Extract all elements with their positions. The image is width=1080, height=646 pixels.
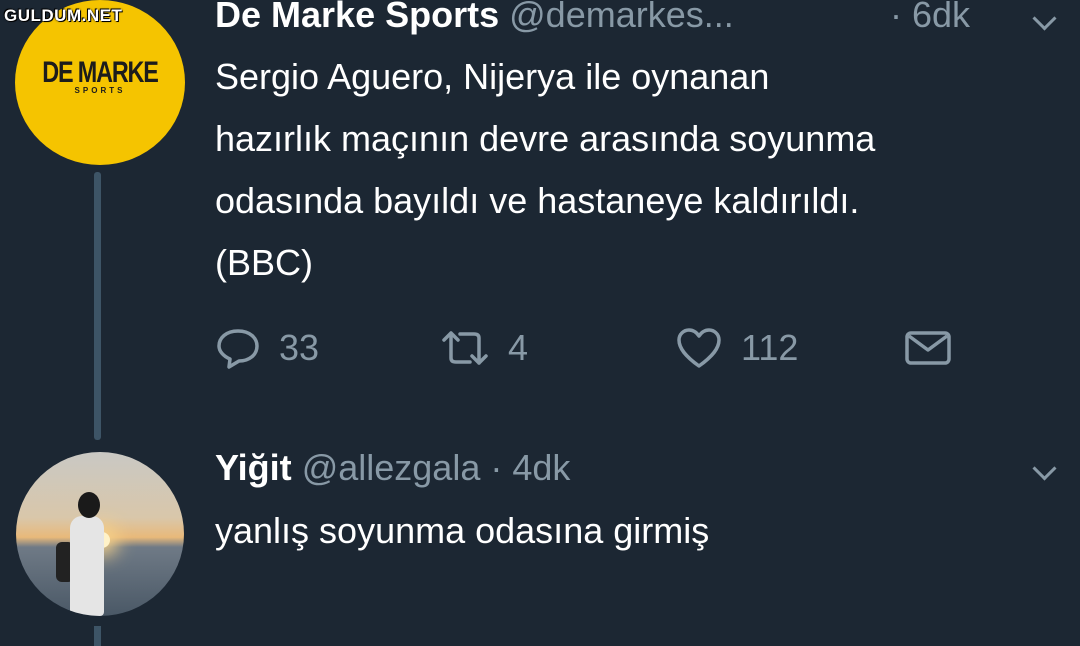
like-button[interactable]: 112 bbox=[675, 320, 798, 376]
retweet-button[interactable]: 4 bbox=[440, 320, 528, 376]
watermark: GULDUM.NET bbox=[4, 6, 123, 25]
tweet1-timestamp[interactable]: · 6dk bbox=[890, 0, 970, 36]
like-count: 112 bbox=[741, 327, 799, 368]
chevron-down-icon[interactable] bbox=[1032, 6, 1057, 31]
tweet1-text-line: hazırlık maçının devre arasında soyunma bbox=[215, 118, 876, 159]
tweet1-text-line: odasında bayıldı ve hastaneye kaldırıldı… bbox=[215, 180, 860, 221]
heart-icon bbox=[677, 328, 721, 368]
person-silhouette bbox=[56, 492, 106, 616]
reply-count: 33 bbox=[279, 327, 320, 368]
tweet2-timestamp[interactable]: · 4dk bbox=[490, 447, 570, 488]
direct-message-button[interactable] bbox=[903, 320, 971, 376]
reply-button[interactable]: 33 bbox=[215, 320, 319, 376]
tweet2-header: Yiğit @allezgala · 4dk bbox=[215, 447, 570, 489]
tweet2-handle[interactable]: @allezgala bbox=[302, 447, 481, 488]
mail-icon bbox=[905, 331, 951, 365]
tweet1-header: De Marke Sports @demarkes... bbox=[215, 0, 734, 36]
tweet1-display-name[interactable]: De Marke Sports bbox=[215, 0, 499, 35]
tweet2-text: yanlış soyunma odasına girmiş bbox=[215, 510, 710, 551]
demarke-logo: DE MARKE SPORTS bbox=[15, 56, 185, 95]
retweet-count: 4 bbox=[508, 327, 529, 368]
tweet1-handle[interactable]: @demarkes... bbox=[509, 0, 734, 35]
tweet1-text-line: (BBC) bbox=[215, 242, 313, 283]
reply-icon bbox=[217, 329, 259, 369]
logo-main-text: DE MARKE bbox=[42, 56, 159, 89]
thread-connector bbox=[94, 172, 101, 440]
thread-connector-bottom bbox=[94, 626, 101, 646]
avatar-yigit[interactable] bbox=[16, 452, 184, 616]
tweet1-actions: 33 4 112 bbox=[215, 320, 975, 376]
chevron-down-icon[interactable] bbox=[1032, 456, 1057, 481]
tweet2-display-name[interactable]: Yiğit bbox=[215, 447, 292, 488]
retweet-icon bbox=[442, 331, 488, 365]
tweet1-text: Sergio Aguero, Nijerya ile oynanan hazır… bbox=[215, 46, 1065, 294]
tweet1-text-line: Sergio Aguero, Nijerya ile oynanan bbox=[215, 56, 770, 97]
